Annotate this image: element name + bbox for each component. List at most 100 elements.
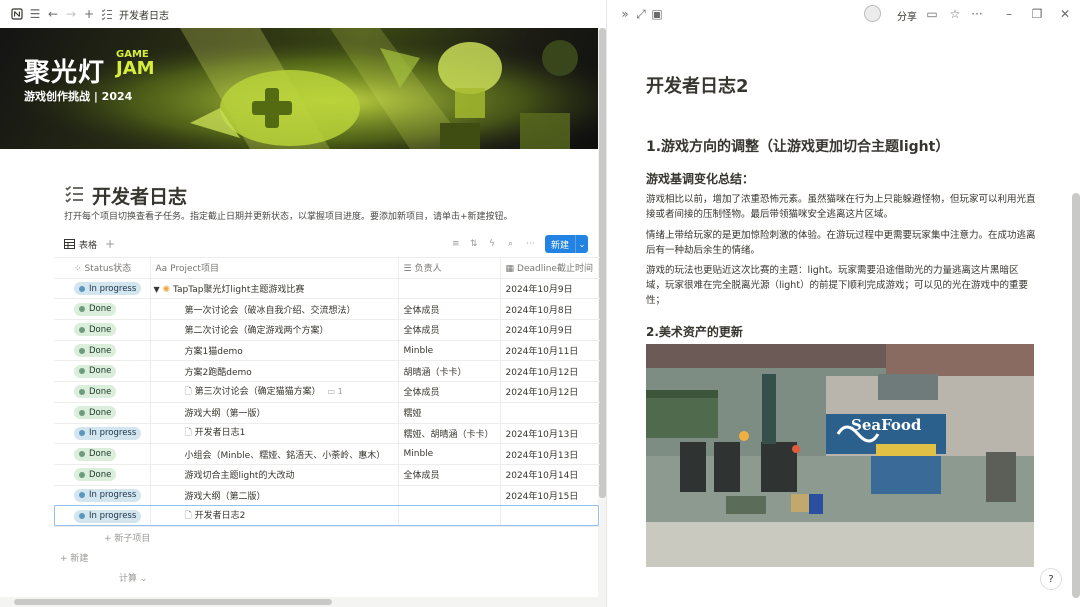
side-peek-icon[interactable]: ▣ — [648, 5, 666, 23]
add-new-row-button[interactable]: + 新建 — [60, 551, 88, 564]
deadline-cell[interactable]: 2024年10月9日 — [500, 278, 600, 300]
doc-title[interactable]: 开发者日志2 — [646, 72, 749, 98]
table-row[interactable]: In progress 游戏大纲（第二版） 2024年10月15日 — [54, 485, 600, 507]
status-badge[interactable]: In progress — [74, 282, 142, 296]
status-badge[interactable]: Done — [74, 364, 117, 378]
column-header-deadline[interactable]: ▦ Deadline截止时间 — [500, 257, 600, 279]
more-options-icon[interactable]: ··· — [526, 239, 535, 249]
table-row[interactable]: In progress 🗋 开发者日志1 糯娅、胡晴涵（卡卡） 2024年10月… — [54, 423, 600, 445]
owner-cell[interactable]: 全体成员 — [398, 381, 501, 403]
calculate-button[interactable]: 计算 ⌄ — [119, 571, 147, 584]
new-dropdown-chevron-icon[interactable]: ⌄ — [575, 235, 588, 253]
owner-cell[interactable]: 全体成员 — [398, 298, 501, 321]
table-row[interactable]: Done 小组会（Minble、糯娅、銘浯天、小荼岭、惠木） Minble 20… — [54, 443, 600, 465]
filter-icon[interactable]: ≡ — [452, 239, 460, 249]
table-row[interactable]: Done 🗋 第三次讨论会（确定猫猫方案） ▭ 1 全体成员 2024年10月1… — [54, 381, 600, 403]
minimize-icon[interactable]: – — [1000, 5, 1018, 23]
deadline-cell[interactable]: 2024年10月12日 — [500, 381, 600, 403]
project-name[interactable]: 游戏切合主题light的大改动 — [150, 464, 399, 486]
table-row[interactable]: Done 第二次讨论会（确定游戏两个方案） 全体成员 2024年10月9日 — [54, 319, 600, 341]
star-icon[interactable]: ☆ — [946, 5, 964, 23]
tab-table-view[interactable]: 表格 — [79, 238, 97, 251]
breadcrumb-title[interactable]: 开发者日志 — [119, 7, 169, 22]
status-badge[interactable]: Done — [74, 406, 117, 420]
owner-cell[interactable]: Minble — [398, 443, 501, 465]
doc-paragraph[interactable]: 情绪上带给玩家的是更加惊险刺激的体验。在游玩过程中更需要玩家集中注意力。在成功逃… — [646, 228, 1036, 258]
doc-paragraph[interactable]: 游戏的玩法也更贴近这次比赛的主题：light。玩家需要沿途借助光的力量逃离这片黑… — [646, 263, 1036, 308]
deadline-cell[interactable]: 2024年10月8日 — [500, 298, 600, 321]
status-badge[interactable]: Done — [74, 385, 117, 399]
game-screenshot-image[interactable]: SeaFood — [646, 344, 1034, 567]
table-row-selected[interactable]: In progress 🗋 开发者日志2 — [54, 505, 600, 527]
owner-cell[interactable]: 糯娅、胡晴涵（卡卡） — [398, 423, 501, 445]
project-name[interactable]: 第二次讨论会（确定游戏两个方案） — [150, 319, 399, 341]
project-name[interactable]: 小组会（Minble、糯娅、銘浯天、小荼岭、惠木） — [150, 443, 399, 465]
share-button[interactable]: 分享 — [897, 8, 917, 23]
search-icon[interactable]: ⌕ — [508, 239, 513, 249]
doc-subheading-tone[interactable]: 游戏基调变化总结： — [646, 170, 754, 187]
help-assistant-icon[interactable]: ? — [1040, 568, 1062, 590]
status-badge[interactable]: Done — [74, 302, 117, 316]
column-header-owner[interactable]: ☰ 负责人 — [398, 257, 501, 279]
deadline-cell[interactable] — [500, 402, 600, 424]
avatar[interactable] — [864, 5, 881, 22]
doc-heading-direction[interactable]: 1.游戏方向的调整（让游戏更加切合主题light） — [646, 136, 949, 156]
owner-cell[interactable]: 全体成员 — [398, 319, 501, 341]
deadline-cell[interactable] — [500, 505, 600, 527]
comment-icon[interactable]: ▭ 1 — [328, 387, 343, 396]
status-badge[interactable]: In progress — [74, 509, 142, 523]
plus-icon[interactable]: + — [80, 5, 98, 23]
status-badge[interactable]: Done — [74, 344, 117, 358]
table-row[interactable]: Done 游戏切合主题light的大改动 全体成员 2024年10月14日 — [54, 464, 600, 486]
owner-cell[interactable]: Minble — [398, 340, 501, 362]
sort-icon[interactable]: ⇅ — [470, 239, 478, 249]
left-horizontal-scrollbar[interactable] — [0, 597, 598, 607]
project-name[interactable]: 方案1猫demo — [150, 340, 399, 362]
automation-bolt-icon[interactable]: ϟ — [489, 239, 495, 249]
forward-arrow-icon[interactable]: → — [62, 5, 80, 23]
owner-cell[interactable] — [398, 485, 501, 507]
table-row[interactable]: Done 方案2跑酷demo 胡晴涵（卡卡） 2024年10月12日 — [54, 360, 600, 383]
checklist-page-icon[interactable] — [64, 184, 84, 208]
project-name[interactable]: TapTap聚光灯light主题游戏比赛 — [173, 285, 304, 295]
restore-icon[interactable]: ❐ — [1028, 5, 1046, 23]
status-badge[interactable]: Done — [74, 468, 117, 482]
project-name[interactable]: 第三次讨论会（确定猫猫方案） — [195, 387, 321, 397]
deadline-cell[interactable]: 2024年10月14日 — [500, 464, 600, 486]
add-subitem-button[interactable]: + 新子项目 — [104, 531, 150, 544]
new-button[interactable]: 新建 ⌄ — [545, 235, 588, 253]
owner-cell[interactable] — [398, 278, 501, 300]
doc-heading-art-assets[interactable]: 2.美术资产的更新 — [646, 323, 743, 340]
project-name[interactable]: 开发者日志2 — [195, 511, 246, 521]
column-header-project[interactable]: Aa Project项目 — [150, 257, 399, 279]
notion-logo-icon[interactable] — [8, 5, 26, 23]
deadline-cell[interactable]: 2024年10月15日 — [500, 485, 600, 507]
status-badge[interactable]: Done — [74, 447, 117, 461]
close-icon[interactable]: ✕ — [1056, 5, 1074, 23]
status-badge[interactable]: Done — [74, 323, 117, 337]
table-row[interactable]: In progress ▼ ✺ TapTap聚光灯light主题游戏比赛 202… — [54, 278, 600, 300]
table-row[interactable]: Done 方案1猫demo Minble 2024年10月11日 — [54, 340, 600, 362]
project-name[interactable]: 方案2跑酷demo — [150, 360, 399, 383]
toggle-expand-icon[interactable]: ▼ — [154, 285, 160, 294]
add-view-icon[interactable]: + — [105, 237, 115, 251]
project-name[interactable]: 开发者日志1 — [195, 428, 246, 438]
page-description[interactable]: 打开每个项目切换查看子任务。指定截止日期并更新状态，以掌握项目进度。要添加新项目… — [64, 209, 513, 222]
deadline-cell[interactable]: 2024年10月11日 — [500, 340, 600, 362]
owner-cell[interactable] — [398, 505, 501, 527]
deadline-cell[interactable]: 2024年10月13日 — [500, 443, 600, 465]
column-header-status[interactable]: ⁘ Status状态 — [54, 257, 151, 279]
page-title[interactable]: 开发者日志 — [92, 182, 187, 209]
comment-icon[interactable]: ▭ — [923, 5, 941, 23]
owner-cell[interactable]: 糯娅 — [398, 402, 501, 424]
table-row[interactable]: Done 第一次讨论会（破冰自我介绍、交流想法） 全体成员 2024年10月8日 — [54, 298, 600, 321]
project-name[interactable]: 第一次讨论会（破冰自我介绍、交流想法） — [150, 298, 399, 321]
status-badge[interactable]: In progress — [74, 488, 142, 502]
deadline-cell[interactable]: 2024年10月12日 — [500, 360, 600, 383]
menu-icon[interactable]: ☰ — [26, 5, 44, 23]
deadline-cell[interactable]: 2024年10月9日 — [500, 319, 600, 341]
deadline-cell[interactable]: 2024年10月13日 — [500, 423, 600, 445]
status-badge[interactable]: In progress — [74, 426, 142, 440]
project-name[interactable]: 游戏大纲（第二版） — [150, 485, 399, 507]
right-vertical-scrollbar[interactable] — [1070, 28, 1080, 607]
